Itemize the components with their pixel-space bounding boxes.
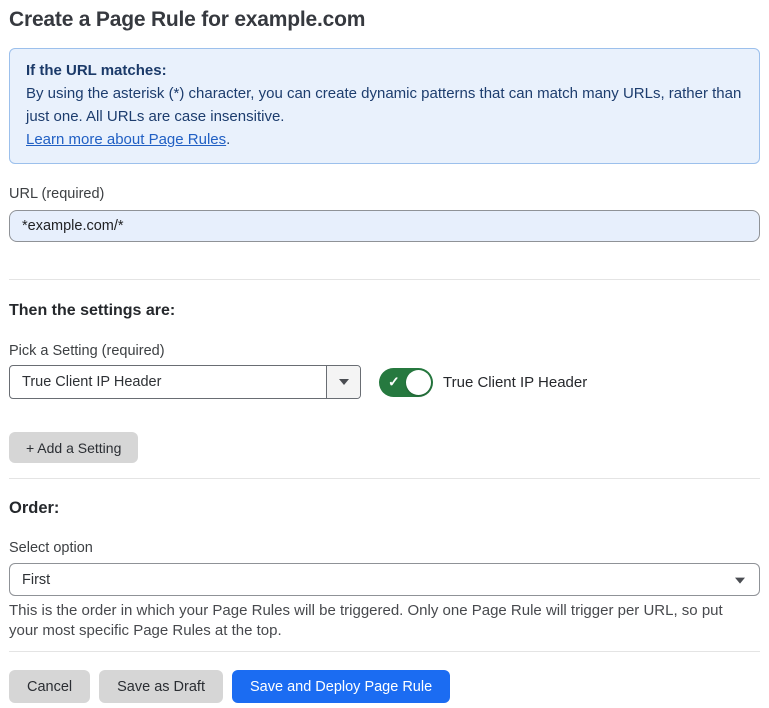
- cancel-button[interactable]: Cancel: [9, 670, 90, 703]
- chevron-down-icon: [339, 379, 349, 385]
- divider: [9, 651, 760, 652]
- divider: [9, 279, 760, 280]
- footer-actions: Cancel Save as Draft Save and Deploy Pag…: [9, 670, 760, 703]
- url-field-label: URL (required): [9, 186, 760, 202]
- divider: [9, 478, 760, 479]
- order-select-value: First: [22, 572, 50, 588]
- toggle-knob: [406, 370, 431, 395]
- save-as-draft-button[interactable]: Save as Draft: [99, 670, 223, 703]
- info-box-body: By using the asterisk (*) character, you…: [26, 82, 743, 128]
- order-section-heading: Order:: [9, 499, 760, 518]
- setting-select[interactable]: True Client IP Header: [9, 365, 361, 399]
- link-suffix: .: [226, 131, 230, 148]
- order-select[interactable]: First: [9, 563, 760, 596]
- learn-more-link[interactable]: Learn more about Page Rules: [26, 131, 226, 148]
- page-rule-form: Create a Page Rule for example.com If th…: [0, 6, 769, 703]
- order-select-label: Select option: [9, 540, 760, 556]
- check-icon: ✓: [388, 375, 400, 389]
- setting-select-value: True Client IP Header: [10, 366, 326, 398]
- url-input[interactable]: [9, 210, 760, 242]
- setting-picker-label: Pick a Setting (required): [9, 343, 760, 359]
- save-and-deploy-button[interactable]: Save and Deploy Page Rule: [232, 670, 450, 703]
- setting-select-arrow-box[interactable]: [326, 366, 360, 398]
- info-box-link-line: Learn more about Page Rules.: [26, 128, 743, 151]
- true-client-ip-toggle[interactable]: ✓: [379, 368, 433, 397]
- order-help-text: This is the order in which your Page Rul…: [9, 601, 754, 640]
- toggle-label: True Client IP Header: [443, 374, 587, 391]
- add-setting-button[interactable]: + Add a Setting: [9, 432, 138, 463]
- setting-picker-row: True Client IP Header ✓ True Client IP H…: [9, 365, 760, 399]
- url-match-info-box: If the URL matches: By using the asteris…: [9, 48, 760, 164]
- settings-section-heading: Then the settings are:: [9, 302, 760, 320]
- info-box-heading: If the URL matches:: [26, 59, 743, 82]
- chevron-down-icon: [735, 577, 745, 583]
- page-title: Create a Page Rule for example.com: [9, 6, 760, 34]
